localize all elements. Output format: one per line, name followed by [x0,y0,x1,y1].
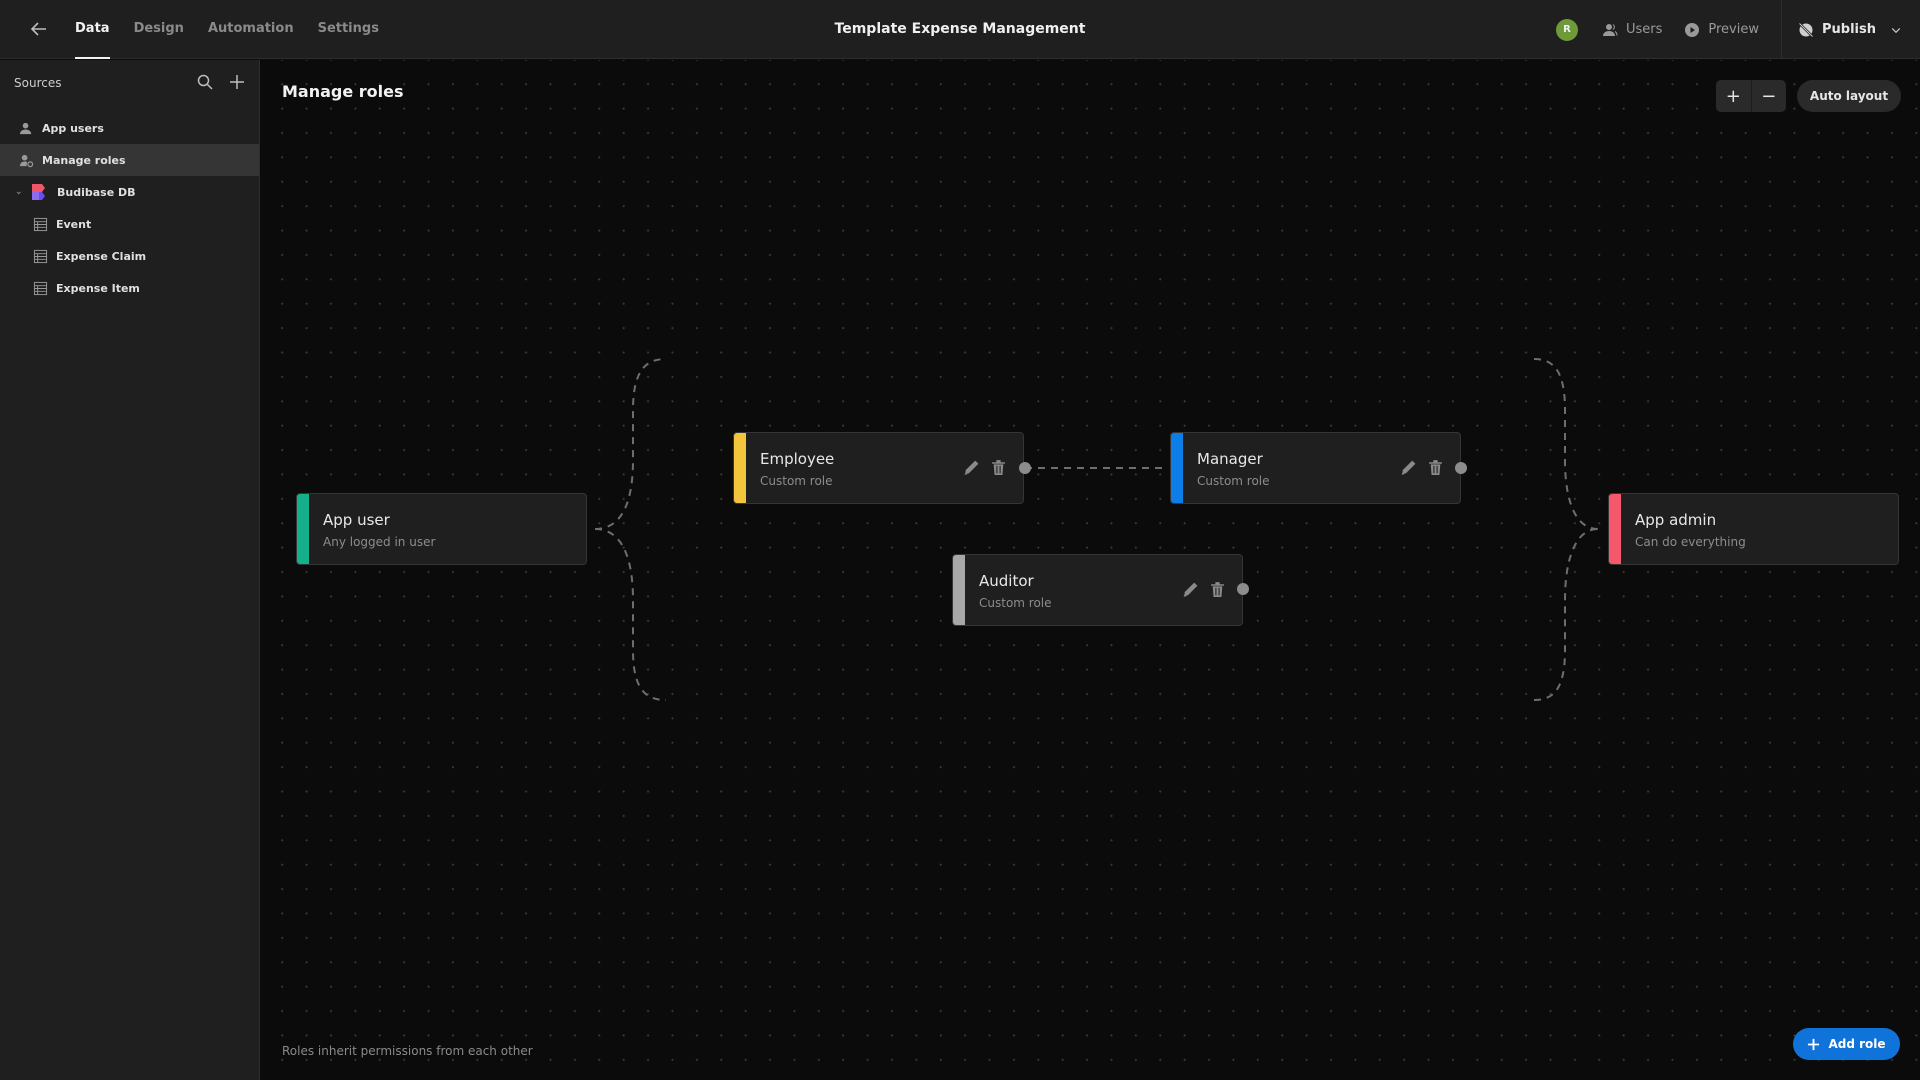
trash-icon[interactable] [1209,581,1226,598]
edit-pencil-icon[interactable] [1400,459,1417,476]
edge-auditor-to-app-admin [1533,528,1599,701]
role-node-app-admin[interactable]: App admin Can do everything [1608,493,1899,565]
user-avatar[interactable]: R [1555,18,1578,41]
add-role-button[interactable]: Add role [1793,1028,1900,1060]
zoom-controls: + − [1716,80,1786,112]
add-source-icon[interactable] [229,74,245,90]
users-label: Users [1625,22,1663,37]
sources-sidebar: Sources App users Manage roles ⌄ Budibas… [0,60,260,1080]
table-icon [32,248,48,264]
trash-icon[interactable] [990,459,1007,476]
employee-output-handle[interactable] [1019,462,1031,474]
main-tabs: Data Design Automation Settings [75,0,379,59]
role-name: Manager [1197,450,1263,468]
play-circle-icon [1685,22,1700,37]
trash-icon[interactable] [1427,459,1444,476]
role-color-bar [734,433,746,503]
role-color-bar [1171,433,1183,503]
preview-label: Preview [1708,22,1759,37]
plus-icon [1808,1038,1820,1050]
role-description: Can do everything [1635,535,1746,549]
add-role-label: Add role [1828,1037,1886,1051]
sidebar-item-manage-roles[interactable]: Manage roles [0,144,259,176]
top-right-actions: R Users Preview Publish [1555,0,1920,59]
edge-manager-to-app-admin [1533,358,1599,530]
sidebar-item-label: Event [56,217,92,231]
search-icon[interactable] [197,74,213,90]
role-description: Custom role [979,596,1052,610]
sources-list: App users Manage roles ⌄ Budibase DB Eve… [0,112,259,304]
users-icon [18,120,34,136]
role-name: App admin [1635,511,1717,529]
preview-button[interactable]: Preview [1684,22,1759,38]
role-color-bar [953,555,965,625]
users-button[interactable]: Users [1602,22,1662,38]
auto-layout-button[interactable]: Auto layout [1797,80,1901,112]
edit-pencil-icon[interactable] [963,459,980,476]
zoom-out-button[interactable]: − [1750,80,1787,112]
zoom-in-button[interactable]: + [1716,80,1751,112]
role-node-auditor[interactable]: Auditor Custom role [952,554,1243,626]
chevron-down-icon[interactable] [1890,24,1902,36]
role-name: Employee [760,450,835,468]
table-icon [32,280,48,296]
sidebar-item-label: Budibase DB [57,185,136,199]
role-node-employee[interactable]: Employee Custom role [733,432,1024,504]
sidebar-item-budibase-db[interactable]: ⌄ Budibase DB [0,176,259,208]
tab-settings[interactable]: Settings [318,0,379,59]
back-arrow-icon[interactable] [28,18,50,40]
edge-app-user-to-auditor [594,528,667,701]
user-settings-icon [18,152,34,168]
edge-app-user-to-employee [594,358,667,530]
budibase-logo-icon [31,183,49,201]
roles-canvas[interactable]: Manage roles + − Auto layout App user An… [261,60,1920,1080]
table-icon [32,216,48,232]
top-bar: Data Design Automation Settings Template… [0,0,1920,59]
auditor-output-handle[interactable] [1237,583,1249,595]
publish-button[interactable]: Publish [1781,0,1920,59]
sidebar-item-label: Expense Item [56,281,140,295]
tab-data[interactable]: Data [75,0,110,59]
sidebar-item-label: Manage roles [42,153,126,167]
users-icon [1602,23,1618,36]
chevron-down-icon[interactable]: ⌄ [15,187,25,197]
page-title: Manage roles [282,82,404,101]
sidebar-item-label: App users [42,121,104,135]
edit-pencil-icon[interactable] [1182,581,1199,598]
role-description: Custom role [760,474,833,488]
role-description: Any logged in user [323,535,436,549]
sidebar-item-label: Expense Claim [56,249,147,263]
sources-heading: Sources [14,76,62,90]
inheritance-footnote: Roles inherit permissions from each othe… [282,1044,533,1058]
role-description: Custom role [1197,474,1270,488]
sidebar-item-event[interactable]: Event [0,208,259,240]
tab-design[interactable]: Design [134,0,184,59]
role-node-manager[interactable]: Manager Custom role [1170,432,1461,504]
publish-label: Publish [1822,22,1876,37]
manager-output-handle[interactable] [1455,462,1467,474]
globe-off-icon [1798,22,1814,37]
sidebar-item-app-users[interactable]: App users [0,112,259,144]
role-name: App user [323,511,390,529]
sidebar-item-expense-item[interactable]: Expense Item [0,272,259,304]
role-color-bar [297,494,309,564]
role-color-bar [1609,494,1621,564]
role-name: Auditor [979,572,1034,590]
role-node-app-user[interactable]: App user Any logged in user [296,493,587,565]
tab-automation[interactable]: Automation [208,0,294,59]
sidebar-item-expense-claim[interactable]: Expense Claim [0,240,259,272]
